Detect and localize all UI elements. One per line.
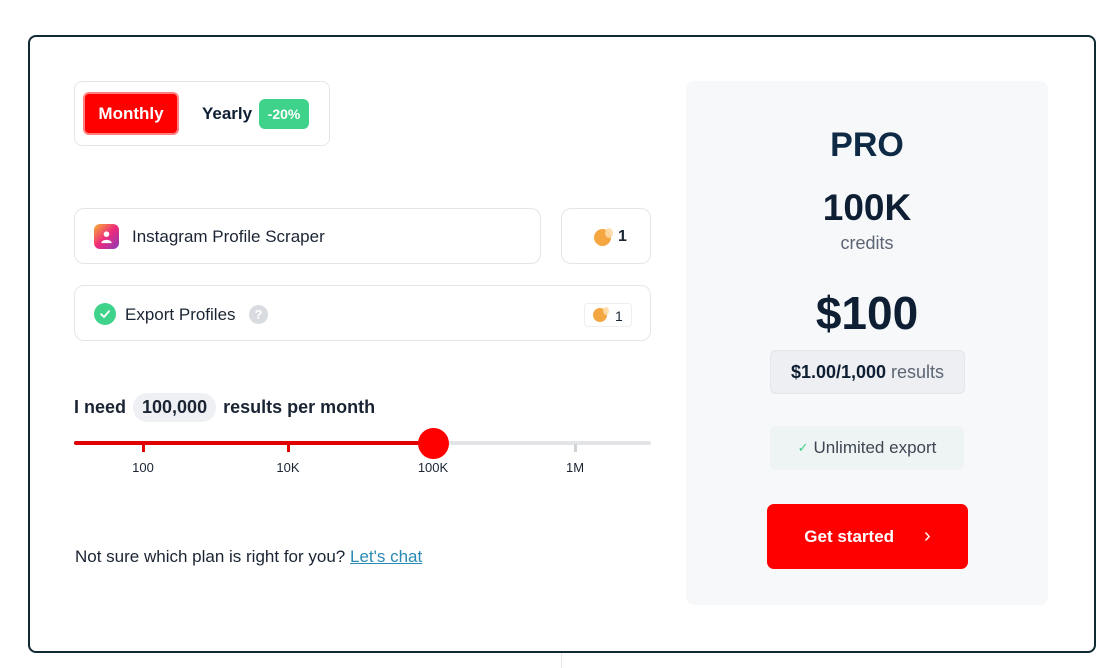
feature-badge: ✓ Unlimited export	[770, 426, 964, 470]
volume-prefix: I need	[74, 396, 127, 417]
volume-suffix: results per month	[223, 396, 376, 417]
product-name: Instagram Profile Scraper	[132, 227, 325, 246]
product-selector[interactable]: Instagram Profile Scraper	[74, 208, 541, 264]
slider-tick-label[interactable]: 100	[132, 460, 154, 475]
lets-chat-link[interactable]: Let's chat	[350, 547, 422, 566]
instagram-profile-icon	[94, 224, 119, 249]
slider-tick-label[interactable]: 1M	[566, 460, 584, 475]
export-credit-value: 1	[615, 308, 623, 324]
help-icon[interactable]: ?	[249, 305, 268, 324]
plan-credits-label: credits	[840, 233, 894, 253]
credit-coin-icon	[593, 307, 609, 322]
slider-track-fill	[74, 441, 433, 445]
export-credit-cost: 1	[584, 303, 632, 327]
plan-price: $100	[815, 287, 919, 339]
chevron-right-icon: ›	[924, 525, 931, 547]
slider-tick	[574, 444, 577, 452]
get-started-label: Get started	[804, 526, 895, 546]
slider-tick-label[interactable]: 10K	[276, 460, 299, 475]
plan-help-text: Not sure which plan is right for you? Le…	[75, 547, 422, 567]
product-credit-value: 1	[618, 228, 627, 245]
export-profiles-label: Export Profiles	[125, 305, 236, 324]
rate-unit: results	[891, 361, 945, 382]
check-circle-icon	[94, 303, 116, 325]
slider-thumb[interactable]	[418, 428, 449, 459]
divider	[561, 653, 562, 668]
plan-name: PRO	[830, 126, 904, 164]
monthly-toggle-button[interactable]: Monthly	[83, 92, 179, 135]
export-profiles-option[interactable]: Export Profiles ? 1	[74, 285, 651, 341]
get-started-button[interactable]: Get started ›	[767, 504, 968, 569]
plan-summary-card: PRO 100K credits $100 $1.00/1,000 result…	[686, 81, 1048, 605]
volume-value: 100,000	[133, 392, 217, 422]
slider-tick-label[interactable]: 100K	[418, 460, 448, 475]
yearly-toggle-button[interactable]: Yearly	[202, 104, 252, 124]
billing-period-toggle: Monthly Yearly -20%	[74, 81, 330, 146]
volume-sentence: I need 100,000 results per month	[74, 392, 375, 422]
checkmark-icon: ✓	[797, 440, 809, 455]
volume-slider[interactable]: 100 10K 100K 1M	[74, 428, 651, 480]
yearly-discount-badge: -20%	[259, 99, 309, 129]
credit-coin-icon	[594, 228, 613, 246]
product-credit-cost: 1	[561, 208, 651, 264]
plan-help-question: Not sure which plan is right for you?	[75, 547, 346, 566]
slider-tick	[287, 444, 290, 452]
plan-credits: 100K	[822, 187, 912, 228]
rate-value: $1.00/1,000	[790, 361, 887, 382]
slider-tick	[142, 444, 145, 452]
price-per-result: $1.00/1,000 results	[770, 350, 965, 394]
feature-label: Unlimited export	[813, 438, 937, 457]
